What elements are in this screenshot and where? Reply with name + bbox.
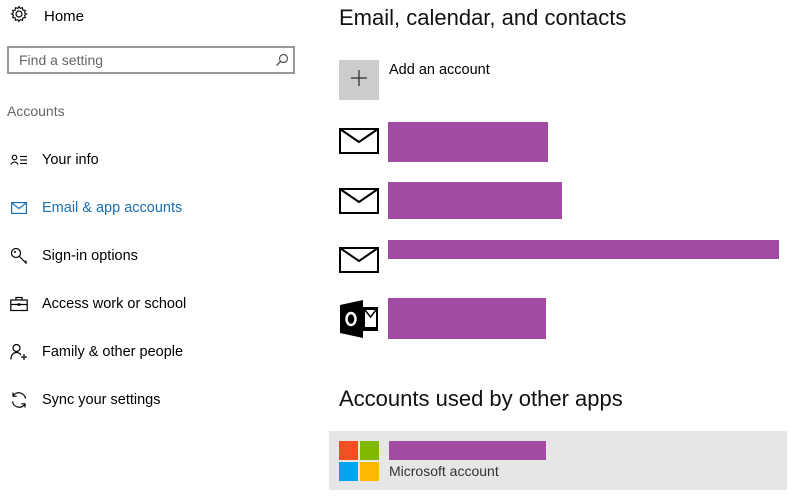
mail-icon [339,181,379,221]
contact-card-icon [10,151,28,169]
search-box [7,46,295,74]
mail-icon [339,121,379,161]
briefcase-icon [10,295,28,313]
microsoft-account-row[interactable] [329,431,787,490]
add-account-button[interactable] [339,60,379,100]
sidebar-item-sync-settings[interactable]: Sync your settings [10,388,160,412]
outlook-icon [339,299,379,339]
sidebar-item-label: Sign-in options [42,248,138,264]
gear-icon [10,4,28,28]
sync-icon [10,391,28,409]
search-input[interactable] [9,48,271,72]
sidebar-item-label: Access work or school [42,296,187,312]
sidebar-item-access-work-school[interactable]: Access work or school [10,292,186,316]
microsoft-account-label: Microsoft account [389,463,499,479]
mail-icon [339,240,379,280]
account-name-redacted[interactable] [388,122,548,162]
search-icon[interactable] [271,53,293,67]
sidebar-item-your-info[interactable]: Your info [10,148,99,172]
sidebar-item-label: Email & app accounts [42,200,183,216]
key-icon [10,247,28,265]
sidebar-item-email-app-accounts[interactable]: Email & app accounts [10,196,182,220]
sidebar-item-label: Your info [42,152,99,168]
microsoft-logo-icon [339,441,379,481]
section-title: Accounts [7,103,65,119]
sidebar-item-family-other-people[interactable]: Family & other people [10,340,183,364]
mail-icon [10,199,28,217]
sidebar-item-label: Sync your settings [42,392,161,408]
home-nav-item[interactable]: Home [10,4,85,28]
accounts-other-apps-heading: Accounts used by other apps [339,386,623,411]
email-calendar-contacts-heading: Email, calendar, and contacts [339,5,627,30]
sidebar-item-label: Family & other people [42,344,184,360]
home-label: Home [44,7,85,25]
account-name-redacted[interactable] [388,298,546,339]
plus-icon [350,69,368,92]
add-account-label[interactable]: Add an account [389,62,490,78]
account-name-redacted[interactable] [388,182,562,219]
sidebar-item-sign-in-options[interactable]: Sign-in options [10,244,138,268]
account-name-redacted[interactable] [388,240,779,259]
add-person-icon [10,343,28,361]
account-name-redacted [389,441,546,460]
